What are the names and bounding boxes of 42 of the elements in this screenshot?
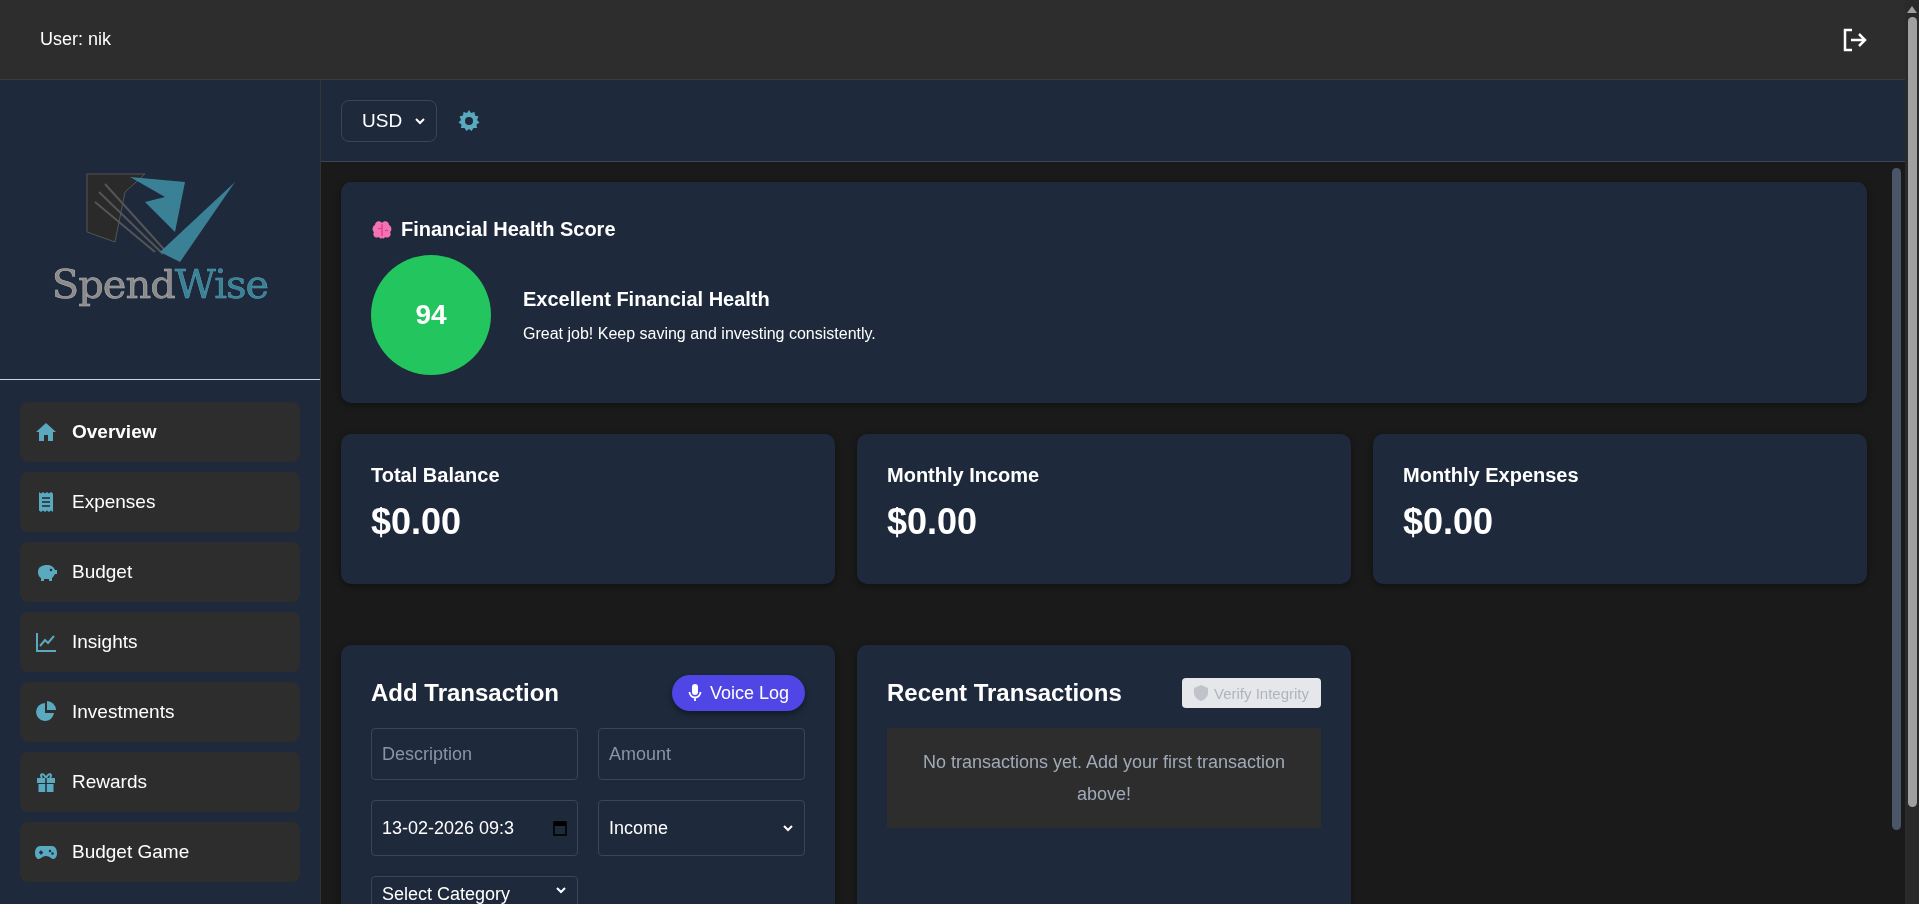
score-circle: 94 [371,255,491,375]
input-field[interactable]: Amount [598,728,805,780]
dropdown[interactable]: Select Category [371,876,578,904]
card-title: Financial Health Score [401,218,616,241]
microphone-icon [687,684,702,702]
nav-item[interactable]: Rewards [20,752,300,812]
caret-icon [782,822,794,834]
nav-item[interactable]: Budget [20,542,300,602]
shield-icon [1193,685,1208,701]
stat-label: Total Balance [371,464,501,487]
dropdown[interactable]: Income [598,800,805,856]
empty-message: No transactions yet. Add your first transaction above! [887,728,1321,828]
gift-icon [34,770,58,794]
brain-icon [371,219,393,240]
date-field[interactable]: 13-02-2026 09:3 [371,800,578,856]
logo-text: SpendWise [51,261,269,307]
currency-select[interactable]: USD [341,99,437,142]
calendar-icon [553,820,567,836]
stat-value: $0.00 [1403,501,1495,543]
user-label: User: nik [40,29,111,50]
voice-log-button[interactable]: Voice Log [671,675,805,711]
nav-item[interactable]: Budget Game [20,822,300,882]
home-icon [34,420,58,444]
score-message: Great job! Keep saving and investing consistently. [523,324,876,343]
line-chart-icon [34,630,58,654]
nav-item[interactable]: Insights [20,612,300,672]
nav-item[interactable]: Overview [20,402,300,462]
caret-icon [555,884,567,896]
stat-label: Monthly Income [887,464,1041,487]
card-title: Add Transaction [371,679,560,707]
pie-chart-icon [34,700,58,724]
nav-item[interactable]: Investments [20,682,300,742]
stat-label: Monthly Expenses [1403,464,1580,487]
score-heading: Excellent Financial Health [523,287,771,311]
nav-item[interactable]: Expenses [20,472,300,532]
card-title: Recent Transactions [887,679,1122,707]
stat-value: $0.00 [887,501,979,543]
input-field[interactable]: Description [371,728,578,780]
scrollbar[interactable] [1905,0,1919,904]
settings-icon[interactable] [457,108,481,133]
scroll-up-icon[interactable] [1907,6,1917,13]
stat-value: $0.00 [371,501,463,543]
